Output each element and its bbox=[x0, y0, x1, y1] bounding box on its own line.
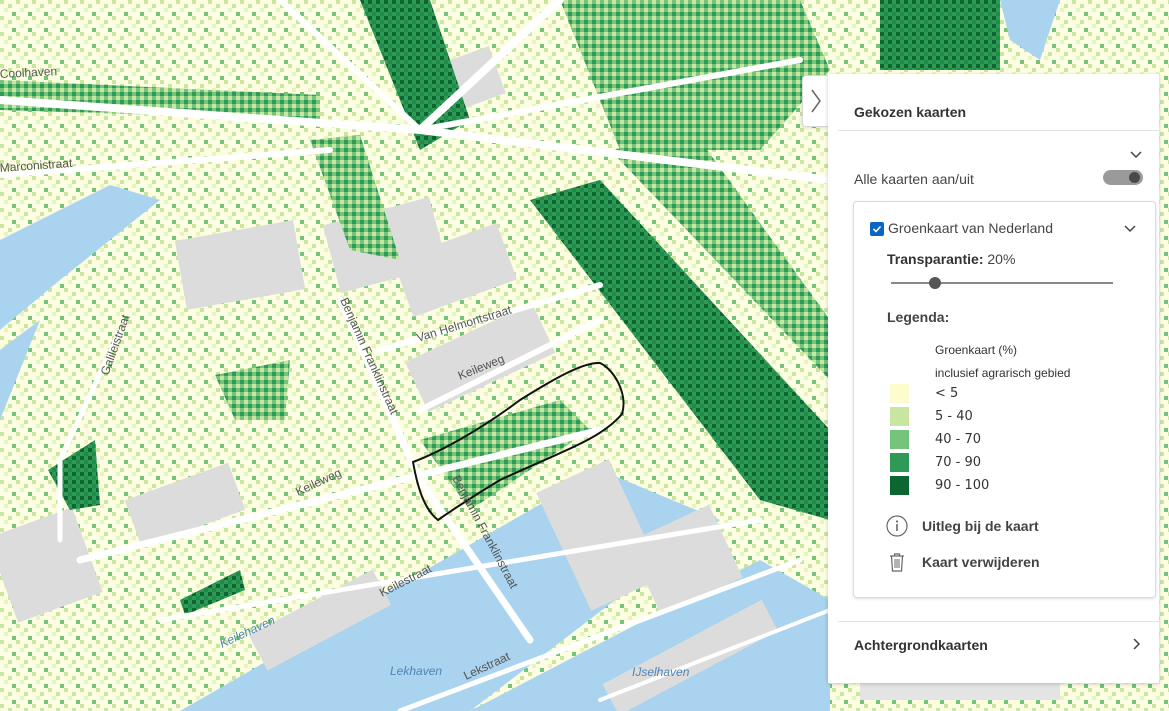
transparency-slider[interactable] bbox=[891, 277, 1113, 289]
legend-swatch bbox=[890, 476, 909, 495]
legend-heading: Groenkaart (%) bbox=[935, 343, 1018, 357]
legend-item: 90 - 100 bbox=[890, 476, 989, 495]
selected-maps-panel: Gekozen kaarten Alle kaarten aan/uit Gro… bbox=[828, 74, 1159, 683]
legend-swatch bbox=[890, 430, 909, 449]
transparency-row: Transparantie: 20% bbox=[887, 251, 1015, 267]
toggle-all-label: Alle kaarten aan/uit bbox=[854, 171, 974, 187]
info-icon bbox=[886, 515, 908, 537]
chevron-down-icon[interactable] bbox=[1129, 148, 1143, 162]
chevron-right-icon bbox=[811, 89, 821, 113]
legend-swatch bbox=[890, 453, 909, 472]
remove-map-label: Kaart verwijderen bbox=[922, 554, 1040, 570]
transparency-slider-thumb[interactable] bbox=[929, 277, 942, 289]
legend-label: 90 - 100 bbox=[935, 478, 990, 493]
legend-item: 40 - 70 bbox=[890, 430, 981, 449]
panel-title: Gekozen kaarten bbox=[854, 104, 967, 120]
legend-subheading: inclusief agrarisch gebied bbox=[935, 366, 1071, 380]
chevron-right-icon[interactable] bbox=[1130, 637, 1144, 651]
chevron-down-icon[interactable] bbox=[1123, 222, 1137, 236]
legend-swatch bbox=[890, 407, 909, 426]
map-info-button[interactable]: Uitleg bij de kaart bbox=[886, 515, 1039, 537]
legend-item: 5 - 40 bbox=[890, 407, 973, 426]
panel-divider bbox=[838, 621, 1159, 622]
panel-divider bbox=[838, 130, 1159, 131]
toggle-knob bbox=[1129, 172, 1140, 183]
map-info-label: Uitleg bij de kaart bbox=[922, 518, 1039, 534]
panel-collapse-handle[interactable] bbox=[802, 75, 829, 127]
legend-label: < 5 bbox=[935, 386, 959, 401]
legend-item: 70 - 90 bbox=[890, 453, 981, 472]
transparency-value: 20% bbox=[987, 251, 1016, 267]
layer-card-groenkaart: Groenkaart van Nederland Transparantie: … bbox=[853, 201, 1156, 598]
legend-item: < 5 bbox=[890, 384, 958, 403]
layer-visibility-checkbox[interactable] bbox=[870, 222, 884, 236]
water-label-ijselhaven: IJselhaven bbox=[632, 665, 690, 679]
background-maps-link[interactable]: Achtergrondkaarten bbox=[854, 637, 988, 653]
layer-name: Groenkaart van Nederland bbox=[888, 220, 1053, 236]
remove-map-button[interactable]: Kaart verwijderen bbox=[886, 551, 1040, 573]
trash-icon bbox=[890, 553, 904, 572]
transparency-label: Transparantie: bbox=[887, 251, 984, 267]
legend-label: 40 - 70 bbox=[935, 432, 982, 447]
legend-label: 70 - 90 bbox=[935, 455, 982, 470]
water-label-lekhaven: Lekhaven bbox=[390, 664, 442, 678]
legend-title: Legenda: bbox=[887, 309, 950, 325]
check-icon bbox=[872, 225, 882, 233]
legend-swatch bbox=[890, 384, 909, 403]
toggle-all-maps-switch[interactable] bbox=[1103, 170, 1143, 185]
legend-label: 5 - 40 bbox=[935, 409, 973, 424]
